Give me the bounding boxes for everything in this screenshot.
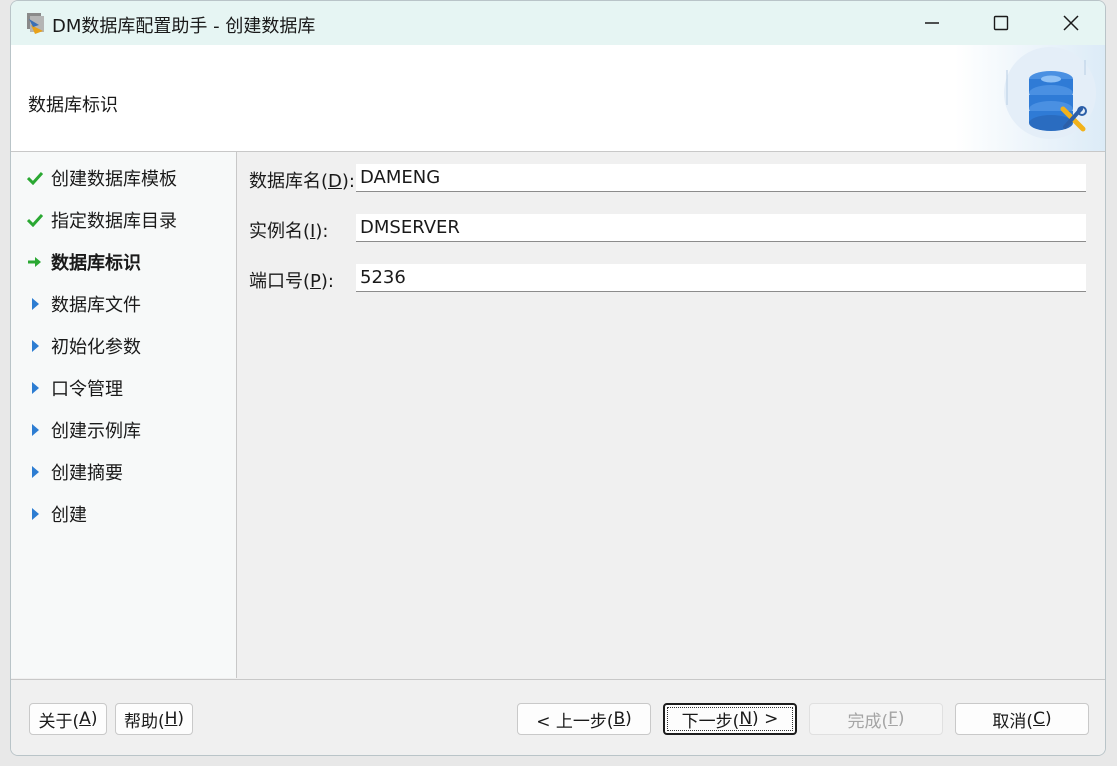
finish-button[interactable]: 完成(F) (809, 703, 943, 735)
step-item-create: 创建 (27, 500, 87, 528)
step-item-sample-db: 创建示例库 (27, 416, 141, 444)
step-item-db-directory: 指定数据库目录 (27, 206, 177, 234)
page-title: 数据库标识 (28, 95, 118, 116)
check-icon (27, 210, 49, 230)
close-button[interactable] (1036, 1, 1105, 45)
triangle-right-icon (27, 378, 49, 398)
step-item-init-params: 初始化参数 (27, 332, 141, 360)
dm-config-window: DM数据库配置助手 - 创建数据库 数据库标识 创建数据库模板 指定数据库目录 … (10, 0, 1106, 756)
instance-name-input[interactable] (356, 214, 1086, 242)
arrow-right-icon (27, 252, 49, 272)
step-item-db-files: 数据库文件 (27, 290, 141, 318)
step-label: 数据库文件 (51, 295, 141, 316)
step-label: 初始化参数 (51, 337, 141, 358)
dm-app-icon (25, 11, 47, 35)
step-label: 数据库标识 (51, 253, 141, 274)
cancel-button[interactable]: 取消(C) (955, 703, 1089, 735)
triangle-right-icon (27, 294, 49, 314)
step-label: 口令管理 (51, 379, 123, 400)
help-button[interactable]: 帮助(H) (115, 703, 193, 735)
maximize-button[interactable] (966, 1, 1036, 45)
window-title: DM数据库配置助手 - 创建数据库 (52, 16, 316, 37)
form-panel: 数据库名(D): 实例名(I): 端口号(P): (237, 152, 1105, 678)
database-tools-icon (955, 45, 1105, 151)
step-item-create-template: 创建数据库模板 (27, 164, 177, 192)
triangle-right-icon (27, 420, 49, 440)
step-label: 创建 (51, 505, 87, 526)
step-label: 创建示例库 (51, 421, 141, 442)
check-icon (27, 168, 49, 188)
db-name-label: 数据库名(D): (249, 171, 355, 192)
title-bar: DM数据库配置助手 - 创建数据库 (11, 1, 1105, 45)
minimize-button[interactable] (897, 1, 967, 45)
triangle-right-icon (27, 462, 49, 482)
port-label: 端口号(P): (249, 271, 334, 292)
step-item-db-identity: 数据库标识 (27, 248, 141, 276)
step-label: 创建数据库模板 (51, 169, 177, 190)
step-header: 数据库标识 (11, 45, 1105, 152)
triangle-right-icon (27, 504, 49, 524)
button-bar: 关于(A) 帮助(H) < 上一步(B) 下一步(N) > 完成(F) 取消(C… (11, 679, 1105, 755)
triangle-right-icon (27, 336, 49, 356)
next-button[interactable]: 下一步(N) > (663, 703, 797, 735)
db-name-input[interactable] (356, 164, 1086, 192)
port-input[interactable] (356, 264, 1086, 292)
step-label: 指定数据库目录 (51, 211, 177, 232)
step-item-summary: 创建摘要 (27, 458, 123, 486)
step-item-password: 口令管理 (27, 374, 123, 402)
step-sidebar: 创建数据库模板 指定数据库目录 数据库标识 数据库文件 初始化参数 口令管理 创… (11, 152, 237, 678)
previous-button[interactable]: < 上一步(B) (517, 703, 651, 735)
instance-name-label: 实例名(I): (249, 221, 329, 242)
step-label: 创建摘要 (51, 463, 123, 484)
about-button[interactable]: 关于(A) (29, 703, 107, 735)
